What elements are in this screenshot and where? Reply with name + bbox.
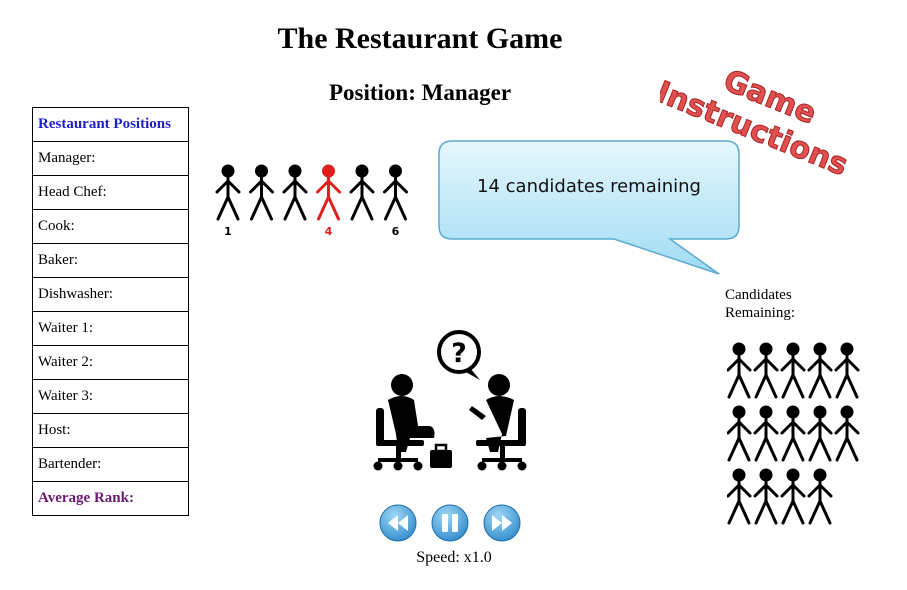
position-label-manager: Manager: xyxy=(32,141,189,176)
remaining-candidate-3 xyxy=(780,342,806,399)
position-label-baker: Baker: xyxy=(32,243,189,278)
average-rank-row: Average Rank: xyxy=(32,481,189,516)
speed-label: Speed: x1.0 xyxy=(416,549,492,566)
lineup-candidate-2 xyxy=(249,164,274,221)
positions-header-row: Restaurant Positions xyxy=(32,107,189,142)
position-label-host: Host: xyxy=(32,413,189,448)
average-rank-label: Average Rank: xyxy=(32,481,189,516)
lineup-candidate-5 xyxy=(349,164,375,221)
remaining-candidate-6 xyxy=(727,405,752,462)
position-label-waiter-3: Waiter 3: xyxy=(32,379,189,414)
remaining-candidate-9 xyxy=(807,405,833,462)
candidates-remaining-label: Candidates Remaining: xyxy=(725,286,835,322)
position-row-head-chef: Head Chef: xyxy=(32,175,189,210)
candidate-lineup: 1 4 6 xyxy=(215,164,408,238)
lineup-number-4: 4 xyxy=(325,225,333,238)
position-row-manager: Manager: xyxy=(32,141,189,176)
fast-forward-button[interactable] xyxy=(483,504,521,542)
lineup-candidate-6 xyxy=(383,164,408,221)
remaining-candidate-12 xyxy=(753,468,779,525)
position-row-bartender: Bartender: xyxy=(32,447,189,482)
lineup-number-6: 6 xyxy=(392,225,400,238)
remaining-candidate-10 xyxy=(834,405,860,462)
position-label-bartender: Bartender: xyxy=(32,447,189,482)
game-instructions-button[interactable]: Game Instructions xyxy=(660,30,890,180)
lineup-candidate-3 xyxy=(282,164,308,221)
candidates-label-line1: Candidates xyxy=(725,287,792,303)
remaining-candidate-13 xyxy=(780,468,806,525)
remaining-candidate-2 xyxy=(753,342,779,399)
remaining-candidate-8 xyxy=(780,405,806,462)
position-row-dishwasher: Dishwasher: xyxy=(32,277,189,312)
interview-icon: ? xyxy=(373,330,527,471)
remaining-candidate-7 xyxy=(753,405,779,462)
position-row-baker: Baker: xyxy=(32,243,189,278)
position-label-dishwasher: Dishwasher: xyxy=(32,277,189,312)
position-row-host: Host: xyxy=(32,413,189,448)
remaining-candidate-1 xyxy=(727,342,752,399)
positions-header: Restaurant Positions xyxy=(32,107,189,142)
positions-table: Restaurant Positions Manager: Head Chef:… xyxy=(32,107,189,516)
lineup-candidate-4 xyxy=(316,164,341,221)
position-row-waiter-3: Waiter 3: xyxy=(32,379,189,414)
rewind-button[interactable] xyxy=(379,504,417,542)
position-label-waiter-1: Waiter 1: xyxy=(32,311,189,346)
position-label-head-chef: Head Chef: xyxy=(32,175,189,210)
remaining-candidate-4 xyxy=(807,342,833,399)
position-row-waiter-2: Waiter 2: xyxy=(32,345,189,380)
game-title: The Restaurant Game xyxy=(277,22,563,55)
svg-text:?: ? xyxy=(451,338,467,369)
position-label-cook: Cook: xyxy=(32,209,189,244)
remaining-candidates-grid xyxy=(727,342,860,525)
remaining-candidate-14 xyxy=(807,468,833,525)
current-position: Position: Manager xyxy=(328,80,512,105)
position-row-waiter-1: Waiter 1: xyxy=(32,311,189,346)
pause-button[interactable] xyxy=(431,504,469,542)
position-label-waiter-2: Waiter 2: xyxy=(32,345,189,380)
lineup-number-1: 1 xyxy=(224,225,232,238)
candidates-label-line2: Remaining: xyxy=(725,305,795,321)
position-row-cook: Cook: xyxy=(32,209,189,244)
lineup-candidate-1 xyxy=(215,164,241,221)
remaining-candidate-5 xyxy=(834,342,860,399)
remaining-candidate-11 xyxy=(727,468,752,525)
